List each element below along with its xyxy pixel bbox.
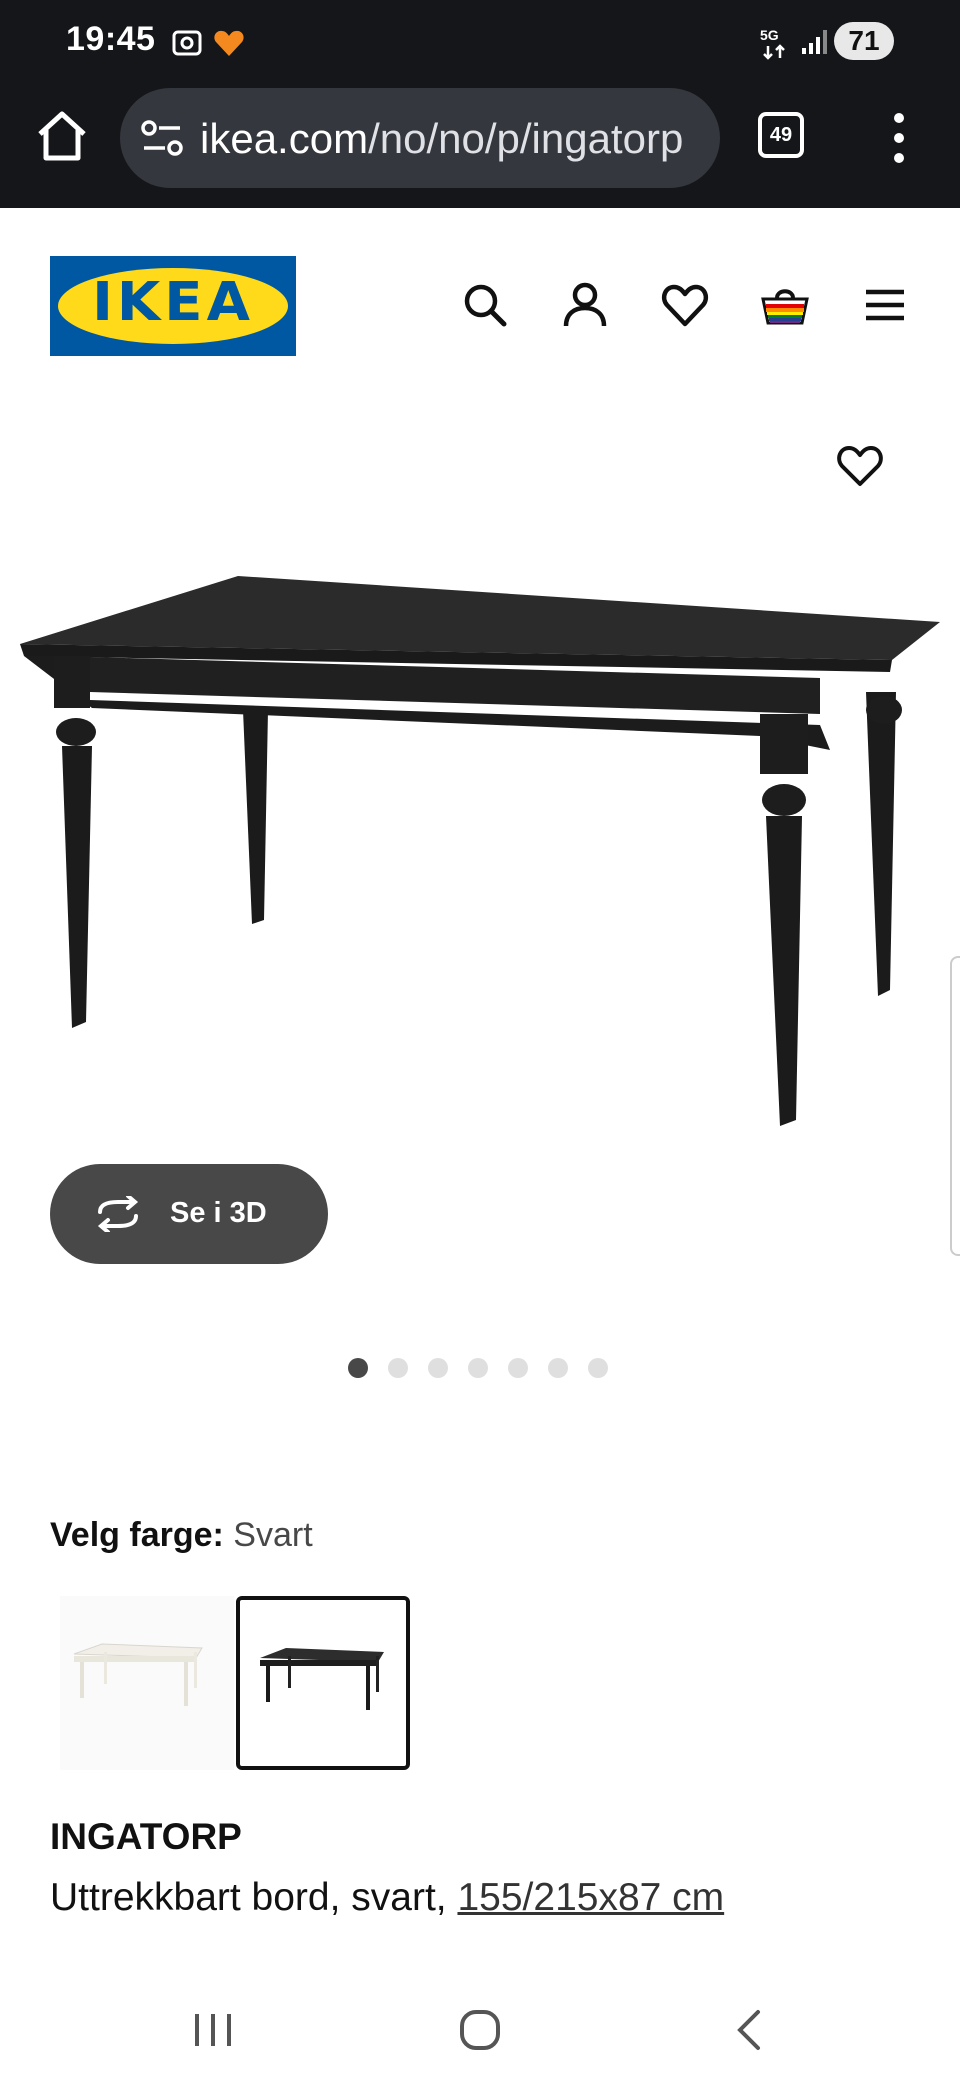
carousel-dot[interactable]: [468, 1358, 488, 1378]
back-icon[interactable]: [720, 2000, 780, 2060]
url-path: /no/no/p/ingatorp: [368, 115, 684, 162]
screenshot-icon: [172, 30, 202, 56]
home-icon[interactable]: [34, 108, 90, 164]
carousel-dot[interactable]: [388, 1358, 408, 1378]
ikea-logo[interactable]: IKEA: [50, 256, 296, 356]
carousel-dot[interactable]: [348, 1358, 368, 1378]
favourites-icon[interactable]: [660, 280, 710, 330]
hamburger-menu-icon[interactable]: [860, 280, 910, 330]
url-text: ikea.com/no/no/p/ingatorp: [200, 115, 700, 163]
network-label: 5G: [760, 27, 779, 43]
status-time: 19:45: [66, 20, 156, 58]
system-navigation-bar: [0, 1980, 960, 2080]
product-description-text: Uttrekkbart bord, svart,: [50, 1876, 458, 1919]
browser-chrome: 19:45 5G 71 ikea.com/no/no/p/ingatorp 49: [0, 0, 960, 208]
carousel-dot[interactable]: [508, 1358, 528, 1378]
view-in-3d-button[interactable]: Se i 3D: [50, 1164, 328, 1264]
white-table-thumbnail: [73, 1643, 203, 1706]
color-selector-label: Velg farge: Svart: [50, 1516, 313, 1555]
url-domain: ikea.com: [200, 115, 369, 162]
url-row: ikea.com/no/no/p/ingatorp 49: [0, 84, 960, 204]
product-image[interactable]: [0, 560, 960, 1140]
color-option-white[interactable]: [60, 1596, 234, 1770]
signal-icon: [802, 30, 827, 54]
recent-apps-icon[interactable]: [183, 2000, 243, 2060]
search-icon[interactable]: [460, 280, 510, 330]
color-option-black[interactable]: [236, 1596, 410, 1770]
site-settings-icon[interactable]: [140, 118, 184, 158]
product-name: INGATORP: [50, 1816, 242, 1857]
network-5g-icon: 5G: [760, 27, 785, 60]
profile-icon[interactable]: [560, 280, 610, 330]
home-nav-icon[interactable]: [450, 2000, 510, 2060]
shopping-bag-icon[interactable]: [760, 280, 810, 330]
black-table-thumbnail: [260, 1648, 384, 1710]
side-scroll-handle[interactable]: [950, 956, 960, 1256]
carousel-dot[interactable]: [588, 1358, 608, 1378]
carousel-dot[interactable]: [428, 1358, 448, 1378]
tab-switcher-button[interactable]: 49: [758, 112, 804, 158]
color-label: Velg farge:: [50, 1516, 224, 1554]
more-menu-icon[interactable]: [884, 110, 914, 166]
product-description: Uttrekkbart bord, svart, 155/215x87 cm: [50, 1876, 724, 1920]
address-bar[interactable]: ikea.com/no/no/p/ingatorp: [120, 88, 720, 188]
heart-app-icon: [214, 30, 244, 56]
product-size-link[interactable]: 155/215x87 cm: [457, 1876, 724, 1919]
battery-indicator: 71: [834, 22, 894, 60]
color-value: Svart: [233, 1516, 313, 1554]
add-to-favourites-icon[interactable]: [836, 444, 884, 488]
carousel-dot[interactable]: [548, 1358, 568, 1378]
status-bar: 19:45 5G 71: [0, 0, 960, 84]
rotate-3d-icon: [97, 1196, 139, 1232]
image-carousel-dots: [348, 1358, 608, 1380]
view-in-3d-label: Se i 3D: [170, 1197, 267, 1229]
logo-text: IKEA: [92, 271, 254, 334]
